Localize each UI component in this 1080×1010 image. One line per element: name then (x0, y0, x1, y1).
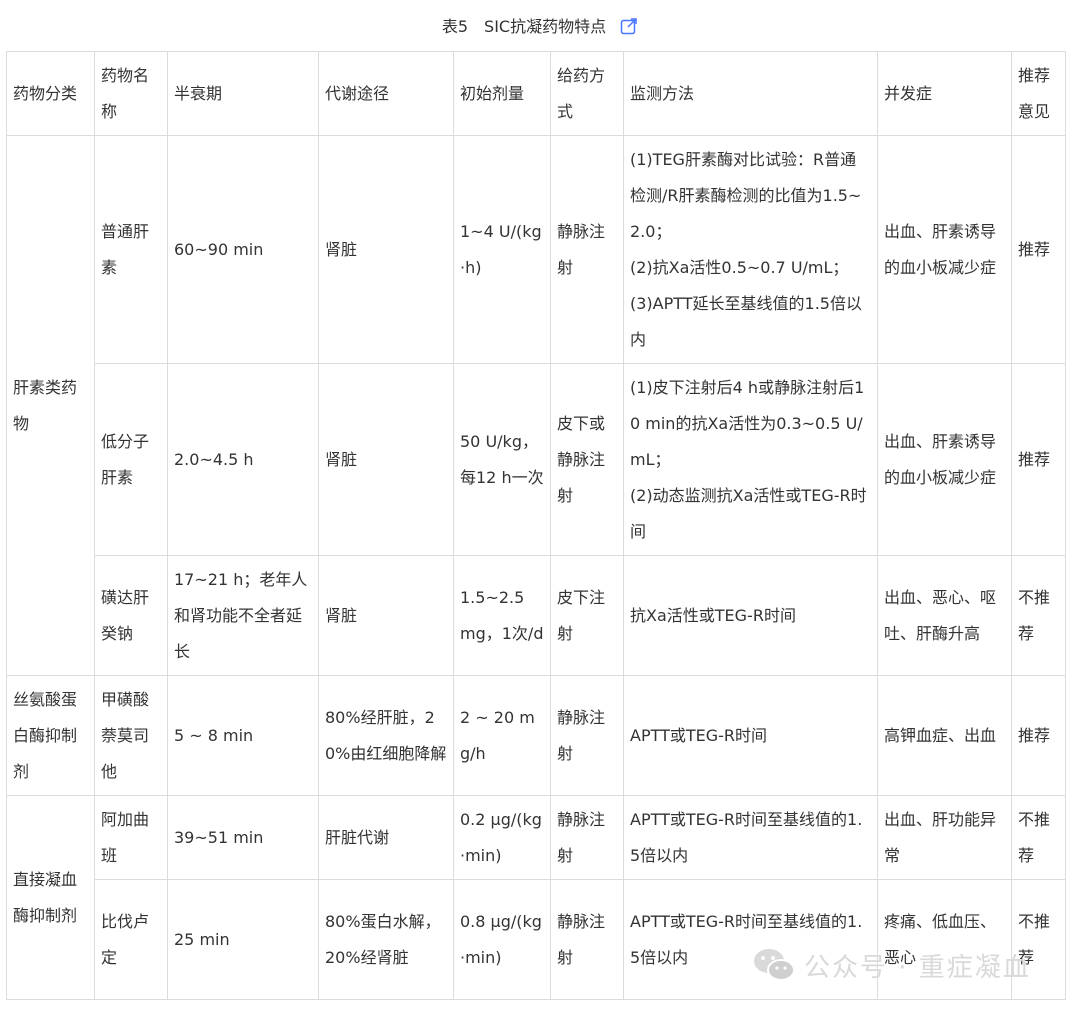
table-cell: 静脉注射 (550, 135, 624, 364)
table-cell: 出血、肝功能异常 (877, 795, 1012, 880)
table-cell: 肾脏 (318, 363, 454, 556)
header-cell: 药物分类 (6, 51, 95, 136)
header-cell: 代谢途径 (318, 51, 454, 136)
drug-table: 药物分类 药物名称 半衰期 代谢途径 初始剂量 给药方式 监测方法 并发症 推荐… (6, 51, 1066, 1000)
table-cell: 80%经肝脏，20%由红细胞降解 (318, 675, 454, 796)
table-cell: 磺达肝癸钠 (94, 555, 168, 676)
table-cell: 0.2 μg/(kg·min) (453, 795, 551, 880)
table-cell: 25 min (167, 879, 319, 1000)
table-cell: 抗Xa活性或TEG-R时间 (623, 555, 878, 676)
header-cell: 初始剂量 (453, 51, 551, 136)
table-cell: 静脉注射 (550, 879, 624, 1000)
header-cell: 给药方式 (550, 51, 624, 136)
table-cell: 2.0~4.5 h (167, 363, 319, 556)
table-cell: 推荐 (1011, 363, 1066, 556)
header-cell: 半衰期 (167, 51, 319, 136)
table-cell: 出血、恶心、呕吐、肝酶升高 (877, 555, 1012, 676)
table-cell: 高钾血症、出血 (877, 675, 1012, 796)
table-cell: 出血、肝素诱导的血小板减少症 (877, 135, 1012, 364)
table-cell: APTT或TEG-R时间 (623, 675, 878, 796)
table-cell: 2 ~ 20 mg/h (453, 675, 551, 796)
table-row: 磺达肝癸钠 17~21 h；老年人和肾功能不全者延长 肾脏 1.5~2.5 mg… (7, 555, 1066, 676)
table-cell: 静脉注射 (550, 675, 624, 796)
table-cell: 阿加曲班 (94, 795, 168, 880)
table-cell: (1)皮下注射后4 h或静脉注射后10 min的抗Xa活性为0.3~0.5 U/… (623, 363, 878, 556)
table-cell: 不推荐 (1011, 555, 1066, 676)
table-cell: 皮下或静脉注射 (550, 363, 624, 556)
header-cell: 监测方法 (623, 51, 878, 136)
table-cell: 静脉注射 (550, 795, 624, 880)
table-cell: 皮下注射 (550, 555, 624, 676)
header-cell: 推荐意见 (1011, 51, 1066, 136)
table-cell: 17~21 h；老年人和肾功能不全者延长 (167, 555, 319, 676)
external-link-icon[interactable] (620, 17, 638, 35)
table-cell: 60~90 min (167, 135, 319, 364)
category-cell: 直接凝血酶抑制剂 (6, 795, 95, 1000)
table-cell: 疼痛、低血压、恶心 (877, 879, 1012, 1000)
category-cell: 肝素类药物 (6, 135, 95, 676)
header-cell: 药物名称 (94, 51, 168, 136)
table-cell: 推荐 (1011, 675, 1066, 796)
table-cell: 肾脏 (318, 135, 454, 364)
table-cell: 不推荐 (1011, 795, 1066, 880)
table-cell: 不推荐 (1011, 879, 1066, 1000)
table-cell: 1.5~2.5 mg，1次/d (453, 555, 551, 676)
header-cell: 并发症 (877, 51, 1012, 136)
table-cell: 比伐卢定 (94, 879, 168, 1000)
table-cell: 甲磺酸萘莫司他 (94, 675, 168, 796)
table-row: 低分子肝素 2.0~4.5 h 肾脏 50 U/kg，每12 h一次 皮下或静脉… (7, 363, 1066, 556)
table-cell: 低分子肝素 (94, 363, 168, 556)
table-cell: 80%蛋白水解，20%经肾脏 (318, 879, 454, 1000)
category-cell: 丝氨酸蛋白酶抑制剂 (6, 675, 95, 796)
table-row: 肝素类药物 普通肝素 60~90 min 肾脏 1~4 U/(kg·h) 静脉注… (6, 135, 1066, 676)
table-caption: 表5 SIC抗凝药物特点 (0, 0, 1080, 50)
table-row: 直接凝血酶抑制剂 阿加曲班 39~51 min 肝脏代谢 0.2 μg/(kg·… (6, 795, 1066, 1000)
table-cell: 5 ~ 8 min (167, 675, 319, 796)
table-cell: 肾脏 (318, 555, 454, 676)
table-cell: 肝脏代谢 (318, 795, 454, 880)
table-row: 比伐卢定 25 min 80%蛋白水解，20%经肾脏 0.8 μg/(kg·mi… (7, 879, 1066, 1000)
table-row: 丝氨酸蛋白酶抑制剂 甲磺酸萘莫司他 5 ~ 8 min 80%经肝脏，20%由红… (6, 675, 1066, 796)
table-cell: 1~4 U/(kg·h) (453, 135, 551, 364)
table-cell: APTT或TEG-R时间至基线值的1.5倍以内 (623, 879, 878, 1000)
table-title: 表5 SIC抗凝药物特点 (441, 17, 607, 36)
table-cell: 39~51 min (167, 795, 319, 880)
table-cell: (1)TEG肝素酶对比试验：R普通检测/R肝素酶检测的比值为1.5~2.0； (… (623, 135, 878, 364)
table-cell: 50 U/kg，每12 h一次 (453, 363, 551, 556)
header-row: 药物分类 药物名称 半衰期 代谢途径 初始剂量 给药方式 监测方法 并发症 推荐… (6, 51, 1066, 136)
table-cell: 推荐 (1011, 135, 1066, 364)
table-cell: APTT或TEG-R时间至基线值的1.5倍以内 (623, 795, 878, 880)
table-cell: 普通肝素 (94, 135, 168, 364)
table-cell: 0.8 μg/(kg·min) (453, 879, 551, 1000)
table-cell: 出血、肝素诱导的血小板减少症 (877, 363, 1012, 556)
